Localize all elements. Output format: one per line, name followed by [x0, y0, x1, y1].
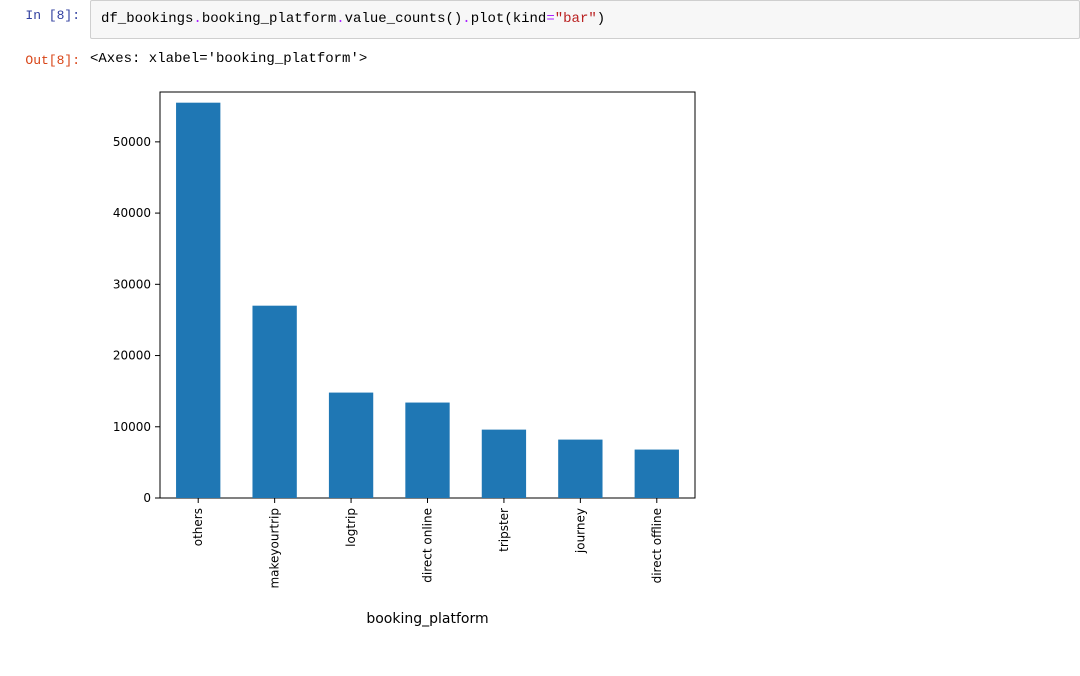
- code-token-attr: booking_platform: [202, 11, 336, 27]
- x-axis: others makeyourtrip logtrip direct online tr…: [191, 498, 664, 589]
- in-prompt: In [8]:: [0, 0, 90, 23]
- out-prompt: Out[8]:: [0, 45, 90, 68]
- bar: [329, 393, 373, 498]
- code-token-dot: .: [462, 11, 470, 27]
- y-tick-label: 10000: [113, 420, 151, 434]
- x-tick-label: others: [191, 508, 205, 546]
- y-tick-label: 30000: [113, 277, 151, 291]
- code-input[interactable]: df_bookings.booking_platform.value_count…: [90, 0, 1080, 39]
- output-cell-chart: 0 10000 20000 30000 40000 50000 others makeyour…: [0, 74, 1080, 638]
- bar: [405, 403, 449, 498]
- code-token-eq: =: [546, 11, 554, 27]
- code-token-str: "bar": [555, 11, 597, 27]
- x-tick-label: logtrip: [344, 508, 358, 547]
- code-token-paren: (: [504, 11, 512, 27]
- code-token-attr: plot: [471, 11, 505, 27]
- code-cell: In [8]: df_bookings.booking_platform.val…: [0, 0, 1080, 39]
- code-token-kwname: kind: [513, 11, 547, 27]
- bar: [176, 103, 220, 498]
- code-token-var: df_bookings: [101, 11, 193, 27]
- y-axis: 0 10000 20000 30000 40000 50000: [113, 135, 160, 505]
- y-tick-label: 40000: [113, 206, 151, 220]
- output-text: <Axes: xlabel='booking_platform'>: [90, 45, 1080, 67]
- code-token-paren: (): [445, 11, 462, 27]
- chart-container: 0 10000 20000 30000 40000 50000 others makeyour…: [90, 74, 1080, 638]
- code-token-dot: .: [193, 11, 201, 27]
- x-tick-label: direct online: [421, 508, 435, 583]
- code-token-attr: value_counts: [345, 11, 446, 27]
- x-tick-label: journey: [573, 508, 587, 554]
- bar: [482, 430, 526, 498]
- bar: [252, 306, 296, 498]
- y-tick-label: 20000: [113, 349, 151, 363]
- out-prompt-empty: [0, 74, 90, 82]
- code-token-paren: ): [597, 11, 605, 27]
- x-tick-label: direct offline: [650, 508, 664, 583]
- y-tick-label: 50000: [113, 135, 151, 149]
- x-tick-label: makeyourtrip: [268, 508, 282, 589]
- bar-chart: 0 10000 20000 30000 40000 50000 others makeyour…: [90, 82, 730, 638]
- y-tick-label: 0: [143, 491, 151, 505]
- x-tick-label: tripster: [497, 508, 511, 552]
- bar: [558, 440, 602, 498]
- bar: [635, 450, 679, 498]
- output-cell-text: Out[8]: <Axes: xlabel='booking_platform'…: [0, 45, 1080, 68]
- code-token-dot: .: [336, 11, 344, 27]
- x-axis-label: booking_platform: [366, 611, 488, 627]
